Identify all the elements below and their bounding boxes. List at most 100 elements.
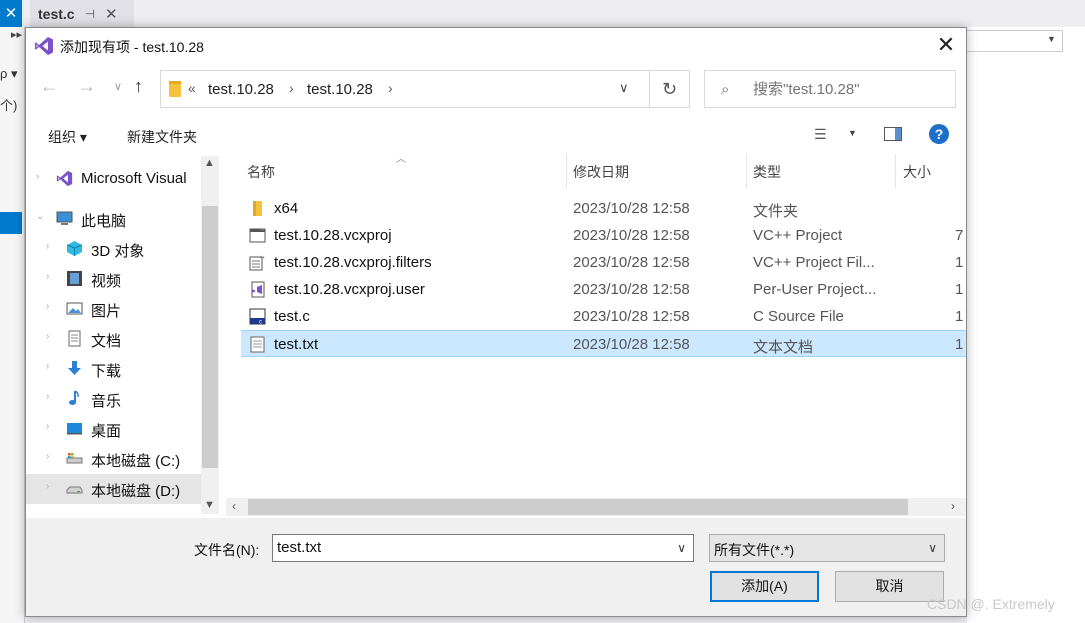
file-row-selected[interactable]: test.txt 2023/10/28 12:58 文本文档 1: [241, 330, 966, 357]
dialog-title: 添加现有项 - test.10.28: [60, 39, 204, 55]
close-button[interactable]: ✕: [931, 32, 961, 60]
expand-arrow-icon[interactable]: ›: [46, 331, 49, 342]
sidebar-item-label: Microsoft Visual: [81, 170, 187, 187]
expand-arrow-icon[interactable]: ›: [46, 481, 49, 492]
column-header-name[interactable]: 名称: [247, 162, 275, 182]
file-type: VC++ Project Fil...: [753, 254, 875, 271]
expand-arrow-icon[interactable]: ›: [46, 271, 49, 282]
sidebar-item-this-pc[interactable]: ⌄ 此电脑: [26, 204, 201, 234]
preview-pane-icon[interactable]: [884, 127, 902, 141]
expand-arrow-icon[interactable]: ›: [46, 451, 49, 462]
sidebar-item-downloads[interactable]: › 下载: [26, 354, 201, 384]
tab-close-icon[interactable]: ✕: [105, 5, 118, 23]
expand-arrow-icon[interactable]: ›: [46, 361, 49, 372]
sidebar-item-desktop[interactable]: › 桌面: [26, 414, 201, 444]
sidebar-item-drive-c[interactable]: › 本地磁盘 (C:): [26, 444, 201, 474]
file-row[interactable]: ++ test.10.28.vcxproj.filters 2023/10/28…: [241, 249, 966, 276]
c-source-icon: c: [249, 308, 266, 325]
up-button[interactable]: ↑: [134, 76, 143, 97]
filename-input[interactable]: [277, 539, 667, 556]
expand-arrow-icon[interactable]: ›: [46, 421, 49, 432]
scroll-right-icon[interactable]: ›: [951, 499, 955, 513]
search-box[interactable]: ⌕: [704, 70, 956, 108]
expand-arrow-icon[interactable]: ›: [46, 241, 49, 252]
sidebar-item-label: 视频: [91, 273, 122, 290]
file-type-select[interactable]: 所有文件(*.*) ∨: [709, 534, 945, 562]
back-button[interactable]: ←: [40, 76, 58, 97]
sidebar-item-pictures[interactable]: › 图片: [26, 294, 201, 324]
sidebar-item-drive-d[interactable]: › 本地磁盘 (D:): [26, 474, 201, 504]
chevron-right-icon[interactable]: ›: [388, 80, 393, 96]
recent-locations-button[interactable]: ∨: [114, 80, 122, 93]
organize-button[interactable]: 组织 ▾: [48, 127, 87, 147]
vcxproj-icon: ++: [249, 227, 266, 243]
chevron-down-icon[interactable]: ∨: [677, 541, 686, 555]
folder-icon: [253, 201, 262, 216]
file-name: x64: [274, 200, 299, 217]
sidebar-item-label: 本地磁盘 (D:): [91, 483, 181, 500]
expand-arrow-icon[interactable]: ›: [46, 391, 49, 402]
sidebar-item-videos[interactable]: › 视频: [26, 264, 201, 294]
ide-tab-bar: [0, 0, 1085, 27]
overflow-chevron-icon[interactable]: «: [188, 80, 196, 96]
scroll-down-icon[interactable]: ▼: [204, 499, 215, 511]
column-divider[interactable]: [746, 154, 747, 188]
command-bar: 组织 ▾ 新建文件夹 ☰ ▼ ?: [26, 119, 966, 153]
chevron-right-icon[interactable]: ›: [289, 80, 294, 96]
ide-editor-tab[interactable]: test.c ⊣ ✕: [30, 0, 134, 27]
search-icon: ⌕: [721, 81, 730, 98]
sidebar-item-documents[interactable]: › 文档: [26, 324, 201, 354]
file-size: 1: [955, 281, 964, 298]
ide-editor-area: [967, 27, 1085, 623]
address-bar[interactable]: « test.10.28 › test.10.28 › ∨: [160, 70, 650, 108]
new-folder-button[interactable]: 新建文件夹: [127, 127, 197, 147]
visual-studio-icon: [56, 170, 73, 187]
refresh-button[interactable]: ↻: [650, 70, 690, 108]
file-name: test.10.28.vcxproj.filters: [274, 254, 432, 271]
expand-arrow-icon[interactable]: ⌄: [36, 211, 44, 222]
file-row[interactable]: ++ test.10.28.vcxproj 2023/10/28 12:58 V…: [241, 222, 966, 249]
sidebar-item-music[interactable]: › 音乐: [26, 384, 201, 414]
scroll-left-icon[interactable]: ‹: [232, 499, 236, 513]
file-size: 1: [955, 308, 964, 325]
scrollbar-thumb[interactable]: [202, 206, 218, 468]
column-header-type[interactable]: 类型: [753, 162, 781, 182]
view-options-icon[interactable]: ☰: [814, 126, 827, 143]
filename-combo[interactable]: ∨: [272, 534, 694, 562]
forward-button[interactable]: →: [78, 76, 96, 97]
search-input[interactable]: [753, 81, 943, 98]
sidebar-item-3d-objects[interactable]: › 3D 对象: [26, 234, 201, 264]
file-row[interactable]: c test.c 2023/10/28 12:58 C Source File …: [241, 303, 966, 330]
file-type: 文本文档: [753, 339, 814, 356]
file-size: 7: [955, 227, 964, 244]
file-type: 文件夹: [753, 203, 799, 220]
column-header-date[interactable]: 修改日期: [573, 162, 629, 182]
expand-arrow-icon[interactable]: ›: [36, 171, 39, 182]
folder-icon: [169, 81, 181, 97]
column-header-size[interactable]: 大小: [903, 162, 931, 182]
ide-left-text: 个): [0, 98, 18, 113]
scrollbar-thumb[interactable]: [248, 499, 908, 515]
sidebar-item-visual-studio[interactable]: › Microsoft Visual: [26, 164, 201, 194]
ide-left-search[interactable]: ρ ▾: [0, 66, 18, 82]
music-icon: [69, 390, 79, 405]
breadcrumb-item[interactable]: test.10.28: [208, 81, 274, 98]
breadcrumb-item[interactable]: test.10.28: [307, 81, 373, 98]
file-name: test.10.28.vcxproj: [274, 227, 392, 244]
file-row[interactable]: x64 2023/10/28 12:58 文件夹: [241, 195, 966, 222]
file-date: 2023/10/28 12:58: [573, 254, 690, 271]
file-row[interactable]: test.10.28.vcxproj.user 2023/10/28 12:58…: [241, 276, 966, 303]
pin-icon[interactable]: ⊣: [85, 7, 95, 21]
column-divider[interactable]: [895, 154, 896, 188]
chevron-down-icon[interactable]: ▼: [848, 128, 857, 138]
expand-arrow-icon[interactable]: ›: [46, 301, 49, 312]
ide-overflow-icon[interactable]: ▸▸: [11, 28, 22, 41]
sidebar-item-label: 文档: [91, 333, 122, 350]
column-divider[interactable]: [566, 154, 567, 188]
add-button[interactable]: 添加(A): [710, 571, 819, 602]
ide-close-icon[interactable]: ✕: [0, 0, 22, 27]
file-type: VC++ Project: [753, 227, 843, 244]
address-history-dropdown[interactable]: ∨: [619, 80, 629, 96]
scroll-up-icon[interactable]: ▲: [204, 157, 215, 169]
help-icon[interactable]: ?: [929, 124, 949, 144]
